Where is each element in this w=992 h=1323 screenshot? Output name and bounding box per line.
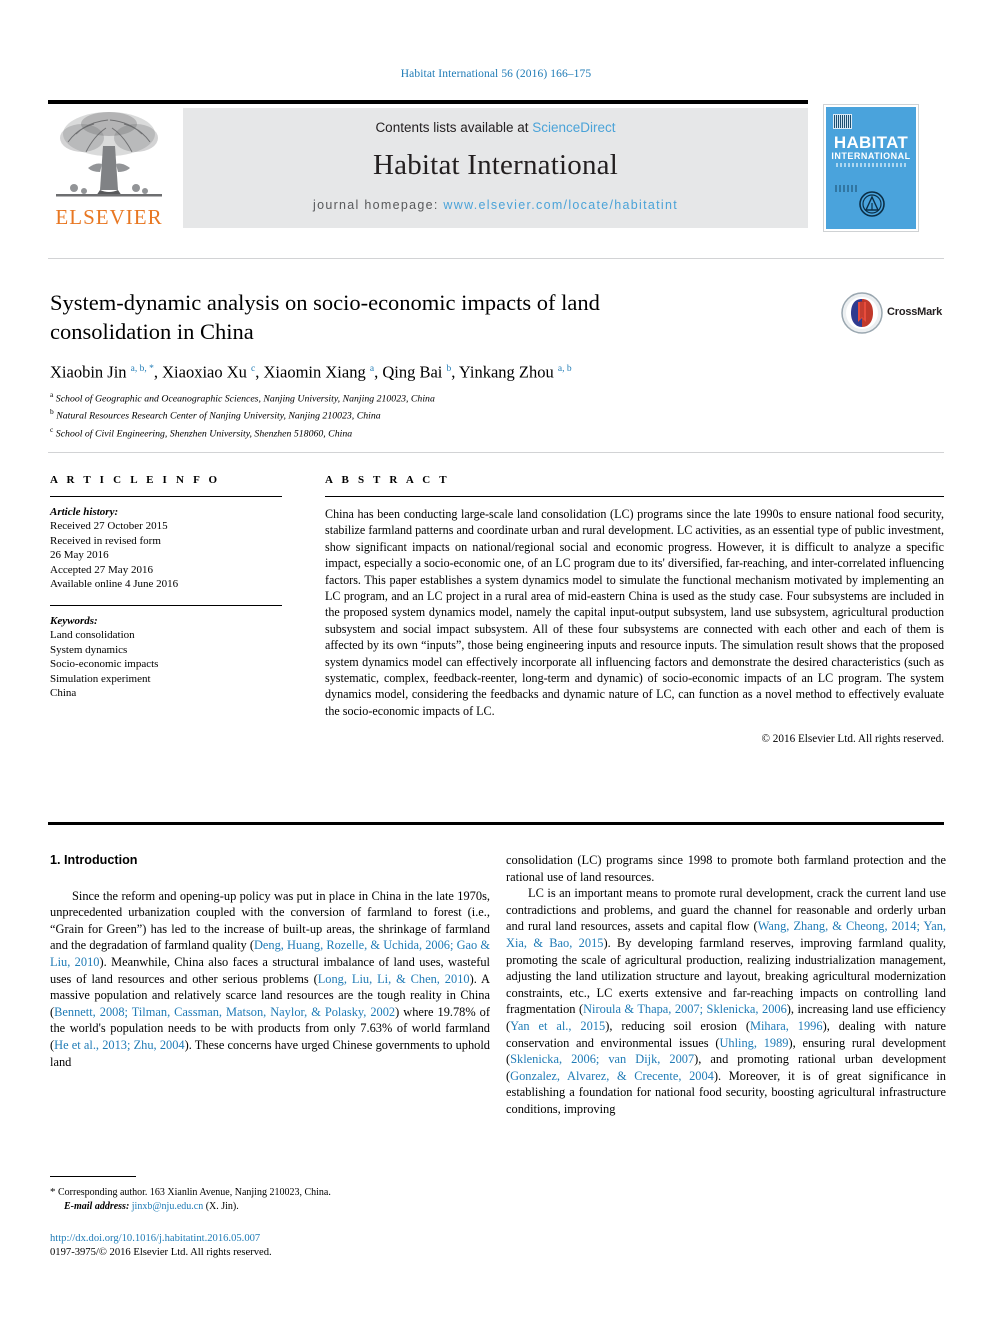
keyword-item: Socio-economic impacts xyxy=(50,658,159,671)
abstract-copyright: © 2016 Elsevier Ltd. All rights reserved… xyxy=(761,733,945,746)
body-column-right: consolidation (LC) programs since 1998 t… xyxy=(506,852,946,1118)
affiliation-marker: c xyxy=(50,424,54,434)
abstract-bottom-rule xyxy=(48,822,944,825)
journal-masthead: ELSEVIER Contents lists available at Sci… xyxy=(48,100,944,235)
journal-cover-thumbnail: HABITAT INTERNATIONAL xyxy=(823,104,919,232)
article-history-item: Received 27 October 2015 xyxy=(50,520,168,532)
body-paragraph: LC is an important means to promote rura… xyxy=(506,886,947,1116)
affiliation-list: a School of Geographic and Oceanographic… xyxy=(50,388,830,440)
body-paragraph: Since the reform and opening-up policy w… xyxy=(50,888,491,1069)
cover-emblem-icon xyxy=(859,191,885,217)
issn-copyright-line: 0197-3975/© 2016 Elsevier Ltd. All right… xyxy=(50,1247,272,1258)
article-history-label: Article history: xyxy=(50,506,119,518)
crossmark-badge[interactable]: CrossMark xyxy=(841,292,945,336)
doi-link[interactable]: http://dx.doi.org/10.1016/j.habitatint.2… xyxy=(50,1232,490,1246)
abstract-rule xyxy=(325,496,944,497)
info-top-divider xyxy=(48,452,944,453)
running-head: Habitat International 56 (2016) 166–175 xyxy=(400,68,592,80)
cover-barcode-icon xyxy=(833,114,852,129)
author-list: Xiaobin Jin a, b, *, Xiaoxiao Xu c, Xiao… xyxy=(50,362,572,382)
keywords-label: Keywords: xyxy=(50,614,98,627)
email-suffix: (X. Jin). xyxy=(205,1200,239,1212)
cover-artwork: HABITAT INTERNATIONAL xyxy=(826,107,916,229)
contents-panel: Contents lists available at ScienceDirec… xyxy=(183,108,808,228)
email-label: E-mail address: xyxy=(64,1200,130,1212)
contents-prefix: Contents lists available at xyxy=(375,120,533,135)
affiliation-marker: a xyxy=(50,390,54,399)
cover-publisher-mark xyxy=(835,185,859,192)
keyword-item: System dynamics xyxy=(50,643,128,656)
crossmark-label: CrossMark xyxy=(887,306,943,318)
body-paragraph: consolidation (LC) programs since 1998 t… xyxy=(506,853,946,884)
keyword-item: Simulation experiment xyxy=(50,672,151,685)
affiliation-marker: b xyxy=(50,407,54,417)
article-history-item: Received in revised form xyxy=(50,534,161,547)
email-line: E-mail address: jinxb@nju.edu.cn (X. Jin… xyxy=(50,1200,480,1214)
article-info-heading: A R T I C L E I N F O xyxy=(50,474,221,486)
keyword-item: Land consolidation xyxy=(50,628,135,641)
abstract-column: A B S T R A C T China has been conductin… xyxy=(325,474,944,745)
corresponding-author-footnote: * Corresponding author. 163 Xianlin Aven… xyxy=(50,1186,480,1213)
homepage-prefix: journal homepage: xyxy=(313,198,444,212)
keywords-rule xyxy=(50,604,282,606)
article-history-item: Accepted 27 May 2016 xyxy=(50,563,153,576)
doi-block: http://dx.doi.org/10.1016/j.habitatint.2… xyxy=(50,1232,490,1260)
footnote-divider xyxy=(50,1176,136,1177)
elsevier-wordmark: ELSEVIER xyxy=(55,205,163,229)
cover-subtitle-rule xyxy=(836,163,906,167)
journal-homepage-line: journal homepage: www.elsevier.com/locat… xyxy=(183,198,808,212)
homepage-url-link[interactable]: www.elsevier.com/locate/habitatint xyxy=(443,198,678,212)
title-divider xyxy=(48,258,944,259)
cover-title-line2: INTERNATIONAL xyxy=(831,151,911,161)
page-title: System-dynamic analysis on socio-economi… xyxy=(50,290,600,344)
affiliation-text: Natural Resources Research Center of Nan… xyxy=(56,410,381,422)
affiliation-item: b Natural Resources Research Center of N… xyxy=(50,405,830,422)
sciencedirect-link[interactable]: ScienceDirect xyxy=(532,120,615,135)
body-column-left: 1. Introduction Since the reform and ope… xyxy=(50,852,490,1070)
article-history-item: 26 May 2016 xyxy=(50,549,109,562)
article-page: Habitat International 56 (2016) 166–175 xyxy=(0,0,992,1323)
masthead-top-rule xyxy=(48,100,808,104)
affiliation-text: School of Geographic and Oceanographic S… xyxy=(55,393,435,405)
cover-title-line1: HABITAT xyxy=(833,133,909,152)
corresponding-author-line: * Corresponding author. 163 Xianlin Aven… xyxy=(50,1186,331,1198)
abstract-heading: A B S T R A C T xyxy=(325,474,450,486)
section-heading-introduction: 1. Introduction xyxy=(50,853,138,867)
article-info-column: A R T I C L E I N F O Article history: R… xyxy=(50,474,282,701)
affiliation-item: c School of Civil Engineering, Shenzhen … xyxy=(50,423,830,440)
keyword-item: China xyxy=(50,687,77,700)
affiliation-text: School of Civil Engineering, Shenzhen Un… xyxy=(55,428,353,440)
email-link[interactable]: jinxb@nju.edu.cn xyxy=(132,1201,203,1212)
elsevier-logo: ELSEVIER xyxy=(48,108,170,233)
crossmark-icon xyxy=(841,292,883,334)
contents-available-line: Contents lists available at ScienceDirec… xyxy=(183,108,808,135)
article-info-rule xyxy=(50,496,282,497)
elsevier-tree-icon xyxy=(48,108,170,204)
abstract-text: China has been conducting large-scale la… xyxy=(325,507,944,718)
journal-title: Habitat International xyxy=(373,149,618,181)
affiliation-item: a School of Geographic and Oceanographic… xyxy=(50,388,830,405)
article-history-item: Available online 4 June 2016 xyxy=(50,578,179,591)
